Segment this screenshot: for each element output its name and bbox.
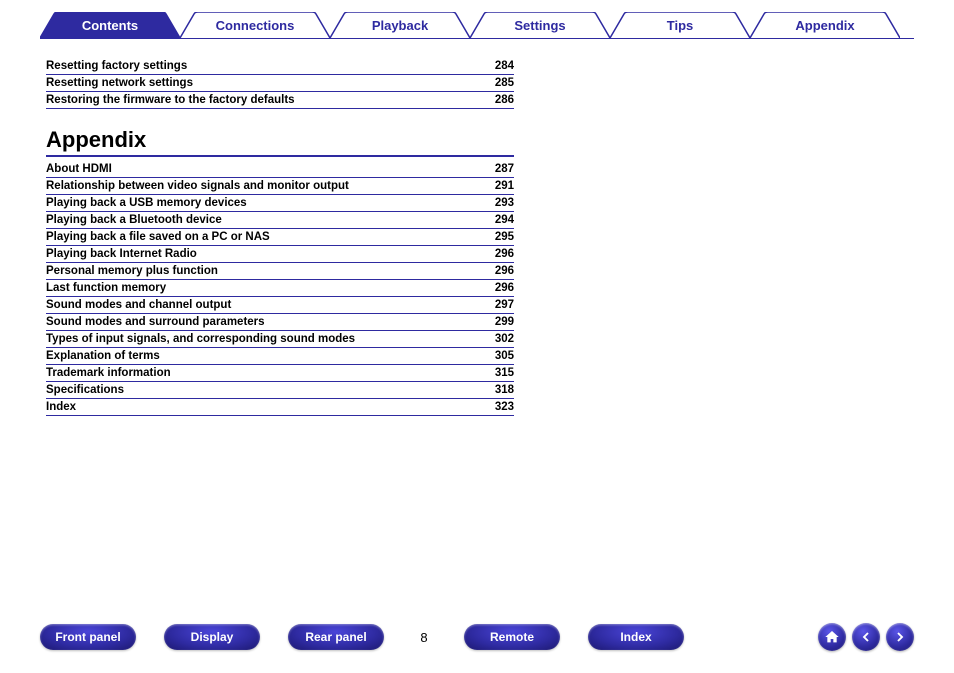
tab-label: Appendix bbox=[795, 18, 854, 33]
toc-link[interactable]: Last function memory bbox=[46, 282, 478, 294]
toc-row: Resetting factory settings284 bbox=[46, 58, 514, 75]
pill-label: Rear panel bbox=[305, 630, 366, 644]
toc-link[interactable]: Relationship between video signals and m… bbox=[46, 180, 478, 192]
remote-button[interactable]: Remote bbox=[464, 624, 560, 650]
toc-row: Sound modes and surround parameters299 bbox=[46, 314, 514, 331]
toc-row: Relationship between video signals and m… bbox=[46, 178, 514, 195]
toc-row: Playing back a USB memory devices293 bbox=[46, 195, 514, 212]
toc-page-number[interactable]: 296 bbox=[478, 265, 514, 277]
rear-panel-button[interactable]: Rear panel bbox=[288, 624, 384, 650]
toc-row: Playing back Internet Radio296 bbox=[46, 246, 514, 263]
tab-settings[interactable]: Settings bbox=[470, 12, 610, 38]
tab-contents[interactable]: Contents bbox=[40, 12, 180, 38]
toc-row: Last function memory296 bbox=[46, 280, 514, 297]
toc-row: Restoring the firmware to the factory de… bbox=[46, 92, 514, 109]
toc-page-number[interactable]: 293 bbox=[478, 197, 514, 209]
toc-link[interactable]: Resetting network settings bbox=[46, 77, 478, 89]
tab-connections[interactable]: Connections bbox=[180, 12, 330, 38]
toc-page-number[interactable]: 284 bbox=[478, 60, 514, 72]
toc-link[interactable]: Sound modes and channel output bbox=[46, 299, 478, 311]
page-number: 8 bbox=[412, 630, 436, 645]
toc-link[interactable]: Index bbox=[46, 401, 478, 413]
toc-row: Sound modes and channel output297 bbox=[46, 297, 514, 314]
toc-page-number[interactable]: 296 bbox=[478, 248, 514, 260]
section-title-appendix: Appendix bbox=[46, 127, 514, 157]
toc-row: Playing back a file saved on a PC or NAS… bbox=[46, 229, 514, 246]
toc-link[interactable]: About HDMI bbox=[46, 163, 478, 175]
toc-page-number[interactable]: 302 bbox=[478, 333, 514, 345]
bottom-bar: Front panel Display Rear panel 8 Remote … bbox=[0, 623, 954, 651]
toc-page-number[interactable]: 296 bbox=[478, 282, 514, 294]
toc-row: Personal memory plus function296 bbox=[46, 263, 514, 280]
toc-link[interactable]: Sound modes and surround parameters bbox=[46, 316, 478, 328]
toc-page-number[interactable]: 323 bbox=[478, 401, 514, 413]
front-panel-button[interactable]: Front panel bbox=[40, 624, 136, 650]
tab-label: Connections bbox=[216, 18, 295, 33]
toc-page-number[interactable]: 285 bbox=[478, 77, 514, 89]
toc-link[interactable]: Playing back Internet Radio bbox=[46, 248, 478, 260]
toc-row: Specifications318 bbox=[46, 382, 514, 399]
pill-label: Remote bbox=[490, 630, 534, 644]
toc-row: Types of input signals, and correspondin… bbox=[46, 331, 514, 348]
toc-link[interactable]: Specifications bbox=[46, 384, 478, 396]
toc-row: Index323 bbox=[46, 399, 514, 416]
toc-page-number[interactable]: 315 bbox=[478, 367, 514, 379]
home-icon[interactable] bbox=[818, 623, 846, 651]
forward-icon[interactable] bbox=[886, 623, 914, 651]
toc-link[interactable]: Playing back a Bluetooth device bbox=[46, 214, 478, 226]
tab-tips[interactable]: Tips bbox=[610, 12, 750, 38]
pill-label: Index bbox=[620, 630, 651, 644]
toc-row: Trademark information315 bbox=[46, 365, 514, 382]
pill-label: Front panel bbox=[55, 630, 120, 644]
toc-link[interactable]: Resetting factory settings bbox=[46, 60, 478, 72]
toc-page-number[interactable]: 299 bbox=[478, 316, 514, 328]
tab-playback[interactable]: Playback bbox=[330, 12, 470, 38]
tab-label: Settings bbox=[514, 18, 565, 33]
toc-link[interactable]: Trademark information bbox=[46, 367, 478, 379]
toc-content: Resetting factory settings284Resetting n… bbox=[0, 38, 560, 416]
toc-row: About HDMI287 bbox=[46, 161, 514, 178]
toc-page-number[interactable]: 297 bbox=[478, 299, 514, 311]
toc-link[interactable]: Types of input signals, and correspondin… bbox=[46, 333, 478, 345]
tab-appendix[interactable]: Appendix bbox=[750, 12, 900, 38]
toc-link[interactable]: Restoring the firmware to the factory de… bbox=[46, 94, 478, 106]
toc-page-number[interactable]: 291 bbox=[478, 180, 514, 192]
toc-row: Explanation of terms305 bbox=[46, 348, 514, 365]
toc-page-number[interactable]: 305 bbox=[478, 350, 514, 362]
back-icon[interactable] bbox=[852, 623, 880, 651]
tab-label: Contents bbox=[82, 18, 138, 33]
toc-page-number[interactable]: 286 bbox=[478, 94, 514, 106]
toc-row: Resetting network settings285 bbox=[46, 75, 514, 92]
toc-link[interactable]: Playing back a file saved on a PC or NAS bbox=[46, 231, 478, 243]
toc-link[interactable]: Playing back a USB memory devices bbox=[46, 197, 478, 209]
tab-label: Tips bbox=[667, 18, 694, 33]
index-button[interactable]: Index bbox=[588, 624, 684, 650]
tab-label: Playback bbox=[372, 18, 428, 33]
toc-page-number[interactable]: 287 bbox=[478, 163, 514, 175]
toc-link[interactable]: Explanation of terms bbox=[46, 350, 478, 362]
toc-page-number[interactable]: 318 bbox=[478, 384, 514, 396]
toc-link[interactable]: Personal memory plus function bbox=[46, 265, 478, 277]
toc-page-number[interactable]: 295 bbox=[478, 231, 514, 243]
pill-label: Display bbox=[191, 630, 234, 644]
display-button[interactable]: Display bbox=[164, 624, 260, 650]
toc-row: Playing back a Bluetooth device294 bbox=[46, 212, 514, 229]
top-tab-bar: Contents Connections Playback Settings T… bbox=[0, 0, 954, 38]
toc-page-number[interactable]: 294 bbox=[478, 214, 514, 226]
